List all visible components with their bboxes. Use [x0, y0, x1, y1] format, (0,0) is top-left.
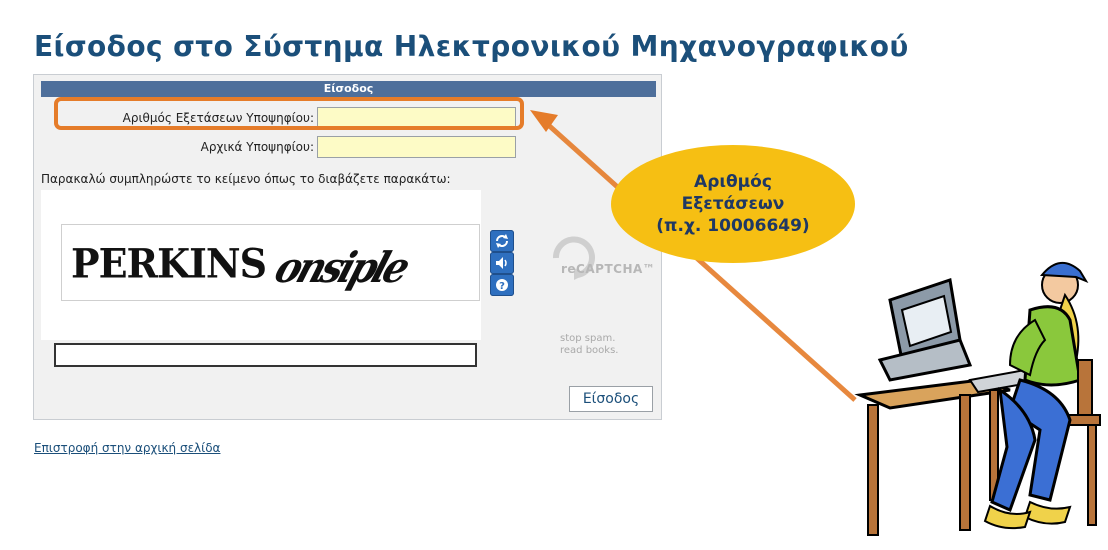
annotation-line-3: (π.χ. 10006649)	[656, 216, 810, 236]
annotation-line-1: Αριθμός	[694, 172, 772, 192]
annotation-line-2: Εξετάσεων	[681, 194, 785, 214]
annotation-bubble: Αριθμός Εξετάσεων (π.χ. 10006649)	[611, 145, 855, 263]
person-at-computer-illustration	[854, 262, 1101, 536]
